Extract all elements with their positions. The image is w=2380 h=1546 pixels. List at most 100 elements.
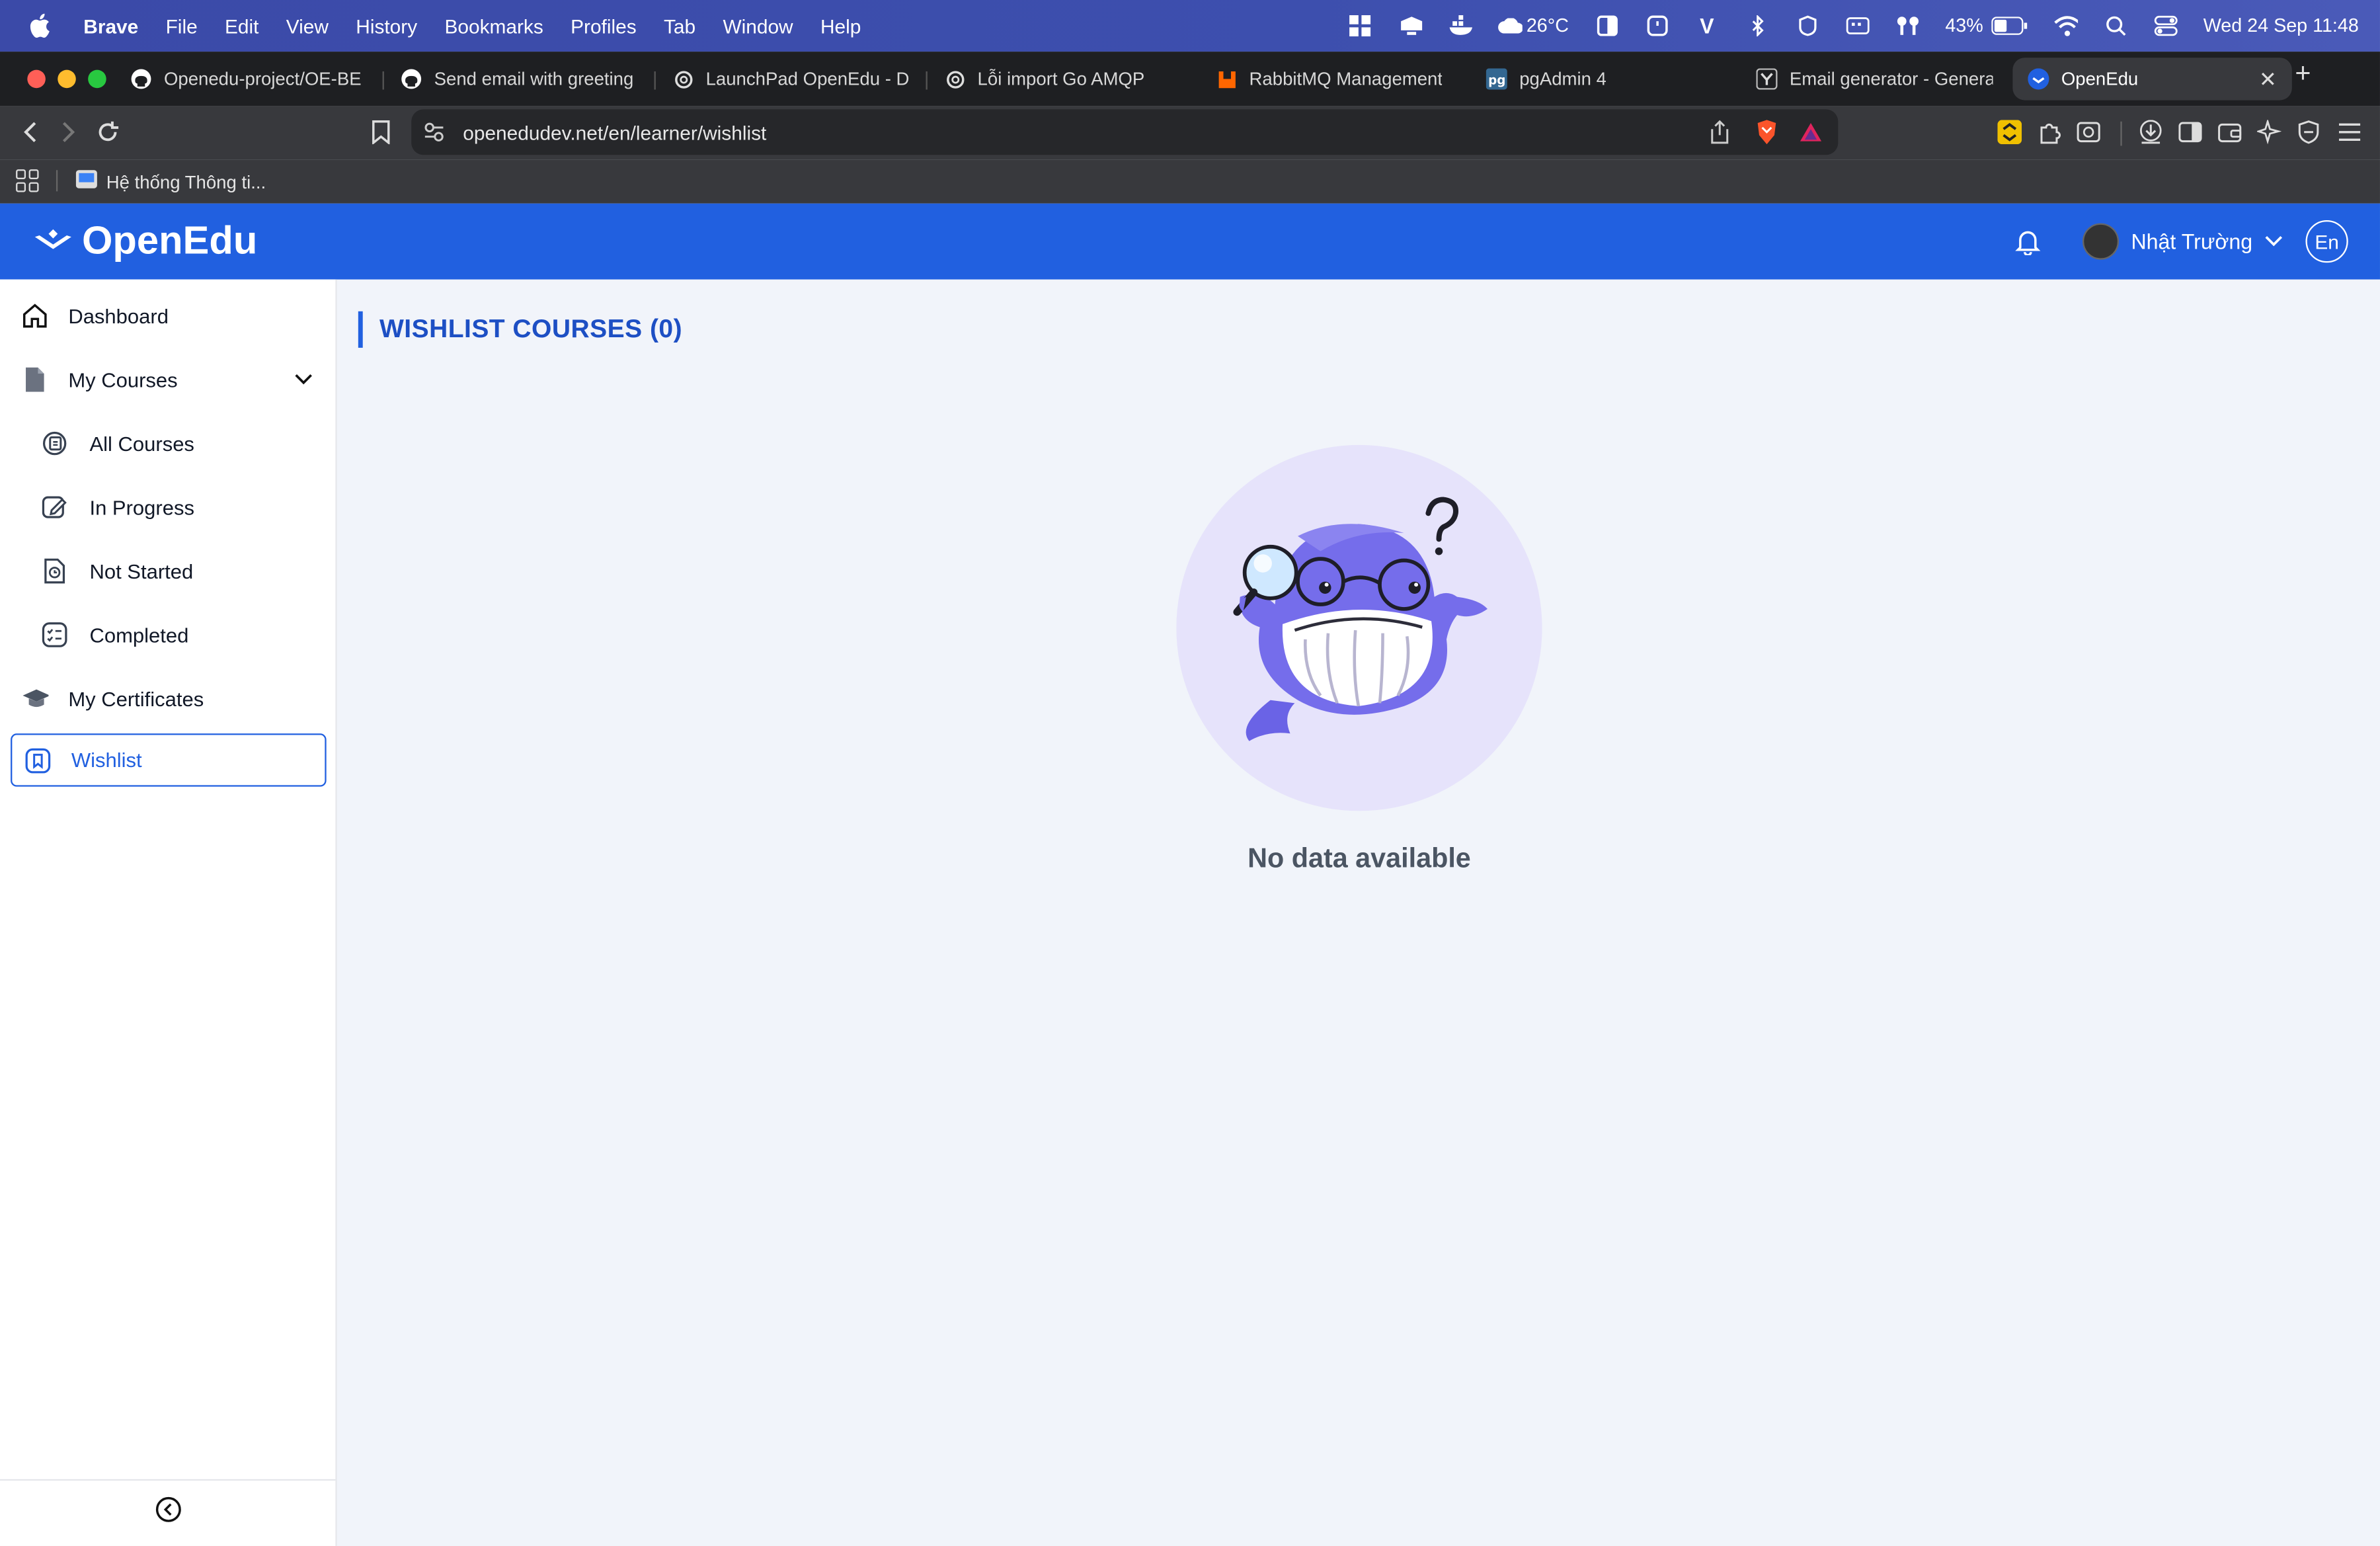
github-icon bbox=[401, 68, 422, 89]
sidebar-item-label: Dashboard bbox=[68, 304, 169, 327]
notification-bell-icon[interactable] bbox=[2014, 227, 2042, 263]
bluetooth-icon[interactable] bbox=[1745, 14, 1769, 38]
sidebar-toggle-icon[interactable] bbox=[2178, 120, 2203, 144]
logo-text: OpenEdu bbox=[81, 217, 258, 263]
sidebar-item-label: Completed bbox=[89, 623, 189, 647]
language-switcher[interactable]: En bbox=[2305, 220, 2348, 263]
contrast-icon[interactable] bbox=[1595, 14, 1619, 38]
browser-tab[interactable]: RabbitMQ Management bbox=[1216, 58, 1452, 100]
browser-tab-strip: Openedu-project/OE-BE at Send email with… bbox=[0, 52, 2380, 106]
user-name: Nhật Trường bbox=[2131, 229, 2253, 254]
empty-state-whale-illustration bbox=[1176, 444, 1542, 811]
control-center-icon[interactable] bbox=[2153, 14, 2178, 38]
tab-divider bbox=[382, 71, 384, 90]
sidebar-item-in-progress[interactable]: In Progress bbox=[0, 480, 335, 535]
tab-label: Email generator - Generate bbox=[1789, 68, 1993, 90]
browser-tab[interactable]: Openedu-project/OE-BE at bbox=[130, 58, 364, 100]
brave-rewards-icon[interactable] bbox=[1799, 120, 1823, 151]
extensions-icon[interactable] bbox=[2037, 120, 2061, 144]
menu-window[interactable]: Window bbox=[723, 15, 793, 37]
zoom-window-button[interactable] bbox=[88, 69, 106, 89]
address-bar[interactable]: openedudev.net/en/learner/wishlist bbox=[411, 109, 1839, 155]
browser-tab[interactable]: Lỗi import Go AMQP bbox=[944, 58, 1181, 100]
courses-icon bbox=[41, 430, 68, 457]
wallet-icon[interactable] bbox=[2217, 120, 2242, 144]
sidebar-item-my-courses[interactable]: My Courses bbox=[0, 352, 335, 407]
keyboard-icon[interactable] bbox=[1845, 14, 1870, 38]
browser-tab[interactable]: Send email with greeting wi bbox=[401, 58, 637, 100]
menu-bookmarks[interactable]: Bookmarks bbox=[444, 15, 543, 37]
tab-divider bbox=[926, 71, 928, 90]
checklist-icon bbox=[41, 621, 68, 648]
browser-tab[interactable]: Email generator - Generate bbox=[1756, 58, 1993, 100]
bookmark-page-icon[interactable] bbox=[366, 118, 396, 145]
apple-icon[interactable] bbox=[24, 13, 55, 38]
collapse-sidebar-icon[interactable] bbox=[154, 1496, 181, 1531]
avatar bbox=[2082, 223, 2120, 260]
apps-grid-icon[interactable] bbox=[15, 169, 40, 198]
timer-icon[interactable] bbox=[1645, 14, 1669, 38]
toolbar-divider bbox=[2120, 121, 2122, 146]
openedu-logo-icon bbox=[34, 228, 71, 249]
forward-button[interactable] bbox=[53, 118, 83, 145]
close-window-button[interactable] bbox=[27, 69, 46, 89]
v-icon[interactable]: V bbox=[1695, 14, 1720, 38]
grid-app-icon[interactable] bbox=[1347, 14, 1372, 38]
site-settings-icon[interactable] bbox=[424, 122, 445, 151]
menu-view[interactable]: View bbox=[286, 15, 329, 37]
openedu-icon bbox=[2028, 68, 2049, 90]
chevron-down-icon bbox=[2265, 235, 2283, 247]
sidebar-item-all-courses[interactable]: All Courses bbox=[0, 416, 335, 471]
browser-tab[interactable]: pg pgAdmin 4 bbox=[1486, 58, 1723, 100]
menu-hamburger-icon[interactable] bbox=[2338, 120, 2362, 144]
share-icon[interactable] bbox=[1709, 120, 1730, 151]
browser-tab-active[interactable]: OpenEdu ✕ bbox=[2012, 58, 2292, 101]
leo-ai-icon[interactable] bbox=[2257, 120, 2281, 145]
sidebar-item-completed[interactable]: Completed bbox=[0, 608, 335, 663]
new-tab-button[interactable]: + bbox=[2295, 58, 2311, 89]
tab-divider bbox=[654, 71, 656, 90]
sidebar-item-dashboard[interactable]: Dashboard bbox=[0, 288, 335, 343]
openedu-logo[interactable]: OpenEdu bbox=[34, 217, 258, 264]
close-tab-icon[interactable]: ✕ bbox=[2259, 67, 2277, 93]
menu-edit[interactable]: Edit bbox=[225, 15, 258, 37]
reload-button[interactable] bbox=[93, 118, 123, 145]
weather[interactable]: 26°C bbox=[1497, 15, 1569, 36]
graduation-cap-icon bbox=[21, 685, 49, 712]
display-icon[interactable] bbox=[1398, 14, 1422, 38]
brave-shields-icon[interactable] bbox=[1755, 118, 1779, 153]
downloads-icon[interactable] bbox=[2139, 120, 2163, 144]
menu-help[interactable]: Help bbox=[820, 15, 861, 37]
airpods-icon[interactable] bbox=[1895, 14, 1920, 38]
chevron-down-icon[interactable] bbox=[294, 368, 313, 390]
browser-tab[interactable]: LaunchPad OpenEdu - Dịch bbox=[672, 58, 909, 100]
user-menu[interactable]: Nhật Trường bbox=[2082, 223, 2283, 260]
edit-icon bbox=[41, 493, 68, 520]
bookmark-item[interactable]: Hệ thống Thông ti... bbox=[75, 169, 266, 194]
minimize-window-button[interactable] bbox=[58, 69, 76, 89]
back-button[interactable] bbox=[15, 118, 46, 145]
wifi-icon[interactable] bbox=[2053, 14, 2078, 38]
menu-profiles[interactable]: Profiles bbox=[571, 15, 637, 37]
clock-text[interactable]: Wed 24 Sep 11:48 bbox=[2203, 15, 2359, 36]
battery[interactable]: 43% bbox=[1945, 15, 2027, 36]
sidebar: Dashboard My Courses All Courses In Prog… bbox=[0, 279, 337, 1546]
bitwarden-extension-icon[interactable] bbox=[1997, 120, 2022, 145]
vpn-icon[interactable] bbox=[2297, 120, 2321, 144]
menu-app-name[interactable]: Brave bbox=[83, 15, 138, 37]
spotlight-search-icon[interactable] bbox=[2103, 14, 2127, 38]
pgadmin-icon: pg bbox=[1486, 68, 1507, 90]
tab-label: Send email with greeting wi bbox=[434, 68, 638, 90]
sidebar-item-not-started[interactable]: Not Started bbox=[0, 544, 335, 598]
menu-tab[interactable]: Tab bbox=[664, 15, 695, 37]
shield-b-icon[interactable] bbox=[1795, 14, 1819, 38]
menu-history[interactable]: History bbox=[356, 15, 417, 37]
sidebar-item-my-certificates[interactable]: My Certificates bbox=[0, 671, 335, 726]
reader-mode-icon[interactable] bbox=[2077, 120, 2101, 144]
macos-menubar: Brave File Edit View History Bookmarks P… bbox=[0, 0, 2380, 52]
docker-icon[interactable] bbox=[1447, 14, 1472, 38]
sidebar-item-wishlist[interactable]: Wishlist bbox=[11, 733, 327, 787]
page-title: WISHLIST COURSES (0) bbox=[379, 314, 683, 344]
openai-icon bbox=[944, 68, 965, 89]
menu-file[interactable]: File bbox=[166, 15, 198, 37]
